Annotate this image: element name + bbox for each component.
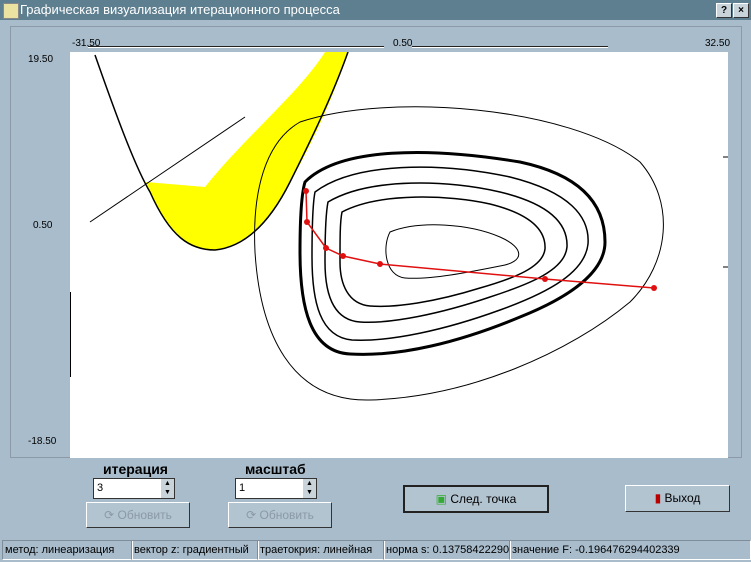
exit-button[interactable]: ▮ Выход <box>625 485 730 512</box>
trajectory-point <box>323 245 329 251</box>
status-vector: вектор z: градиентный <box>131 540 259 560</box>
window-title: Графическая визуализация итерационного п… <box>20 2 340 17</box>
status-norm: норма s: 0.13758422290 <box>383 540 511 560</box>
iteration-spinner[interactable]: 3 ▲ ▼ <box>93 478 175 499</box>
y-min-label: -18.50 <box>28 436 57 447</box>
plot-svg <box>70 52 728 401</box>
trajectory-point <box>542 276 548 282</box>
scale-spinner[interactable]: 1 ▲ ▼ <box>235 478 317 499</box>
iteration-label: итерация <box>103 461 168 477</box>
x-axis-line <box>88 46 384 48</box>
status-value: значение F: -0.196476294402339 <box>509 540 751 560</box>
spin-arrows-icon[interactable]: ▲ ▼ <box>161 479 174 498</box>
status-trajectory: траетокрия: линейная <box>257 540 385 560</box>
exit-door-icon: ▮ <box>654 491 665 505</box>
help-button[interactable]: ? <box>716 3 732 18</box>
next-point-label: След. точка <box>450 492 517 506</box>
trajectory-point <box>303 188 309 194</box>
refresh-iteration-button[interactable]: ⟳ Обновить <box>86 502 190 528</box>
trajectory-point <box>304 219 310 225</box>
app-icon <box>3 3 19 19</box>
close-button[interactable]: × <box>733 3 749 18</box>
refresh-label: Обновить <box>117 508 172 522</box>
title-bar: Графическая визуализация итерационного п… <box>0 0 751 20</box>
next-point-button[interactable]: ▣ След. точка <box>403 485 549 513</box>
plot-canvas[interactable] <box>70 52 728 458</box>
refresh-icon: ⟳ <box>246 508 260 522</box>
trajectory-point <box>377 261 383 267</box>
refresh-scale-button[interactable]: ⟳ Обновить <box>228 502 332 528</box>
feasible-region <box>146 52 348 250</box>
refresh-label: Обновить <box>259 508 314 522</box>
scale-value: 1 <box>239 482 246 494</box>
status-method: метод: линеаризация <box>2 540 133 560</box>
y-mid-label: 0.50 <box>33 220 53 231</box>
contour <box>311 166 589 341</box>
x-axis-line <box>412 46 608 48</box>
scale-label: масштаб <box>245 461 306 477</box>
iteration-value: 3 <box>97 482 104 494</box>
next-point-icon: ▣ <box>435 492 451 506</box>
contour <box>339 196 546 308</box>
y-max-label: 19.50 <box>28 54 54 65</box>
x-max-label: 32.50 <box>705 38 731 49</box>
x-mid-label: 0.50 <box>393 38 413 49</box>
contour-thick <box>298 151 607 356</box>
trajectory-point <box>340 253 346 259</box>
refresh-icon: ⟳ <box>104 508 118 522</box>
exit-label: Выход <box>664 491 701 505</box>
trajectory-point <box>651 285 657 291</box>
spin-arrows-icon[interactable]: ▲ ▼ <box>303 479 316 498</box>
